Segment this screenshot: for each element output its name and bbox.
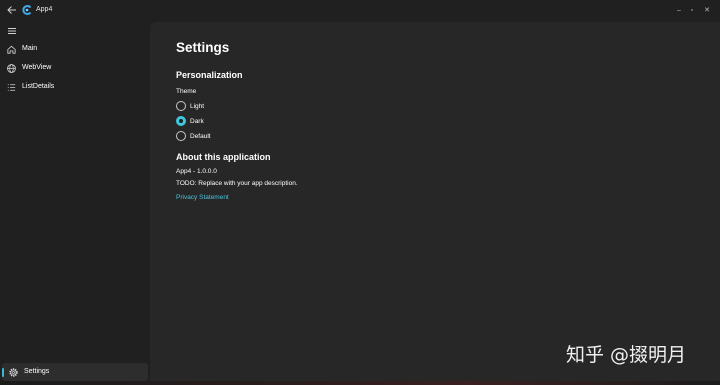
theme-radio-light[interactable]: Light <box>176 101 276 113</box>
nav-item-main[interactable]: Main <box>0 40 150 58</box>
description-text: TODO: Replace with your app description. <box>176 180 298 187</box>
title-bar: App4 – ▫ ✕ <box>0 0 720 22</box>
version-text: App4 - 1.0.0.0 <box>176 168 217 175</box>
theme-radio-dark[interactable]: Dark <box>176 116 276 128</box>
about-heading: About this application <box>176 152 271 162</box>
nav-item-label: Main <box>22 45 38 52</box>
radio-circle[interactable] <box>176 131 186 141</box>
selection-indicator <box>2 368 4 377</box>
theme-label: Theme <box>176 88 197 95</box>
settings-page: Settings Personalization Theme Light Dar… <box>150 22 720 385</box>
radio-label: Light <box>190 103 205 110</box>
nav-item-settings[interactable]: Settings <box>2 363 148 381</box>
radio-label: Dark <box>190 118 204 125</box>
close-button[interactable]: ✕ <box>698 3 716 17</box>
nav-item-label: ListDetails <box>22 83 55 90</box>
nav-item-label: WebView <box>22 64 52 71</box>
globe-icon <box>7 64 16 73</box>
personalization-heading: Personalization <box>176 70 243 80</box>
navigation-pane: Main WebView ListDetails Settings <box>0 22 150 385</box>
home-icon <box>7 45 16 54</box>
radio-label: Default <box>190 133 211 140</box>
list-icon <box>7 84 16 91</box>
hamburger-menu-icon[interactable] <box>6 25 18 37</box>
nav-item-label: Settings <box>24 368 50 375</box>
watermark-text: 知乎 @掇明月 <box>566 344 687 366</box>
radio-circle[interactable] <box>176 116 186 126</box>
nav-item-webview[interactable]: WebView <box>0 59 150 77</box>
page-title: Settings <box>176 40 230 55</box>
radio-circle[interactable] <box>176 101 186 111</box>
app-logo-icon <box>22 5 32 15</box>
nav-item-listdetails[interactable]: ListDetails <box>0 78 150 96</box>
theme-radio-default[interactable]: Default <box>176 131 276 143</box>
taskbar-edge <box>0 381 720 385</box>
arrow-left-icon[interactable] <box>6 4 18 16</box>
gear-icon <box>9 368 18 377</box>
window-title: App4 <box>36 6 53 13</box>
privacy-statement-link[interactable]: Privacy Statement <box>176 194 229 201</box>
